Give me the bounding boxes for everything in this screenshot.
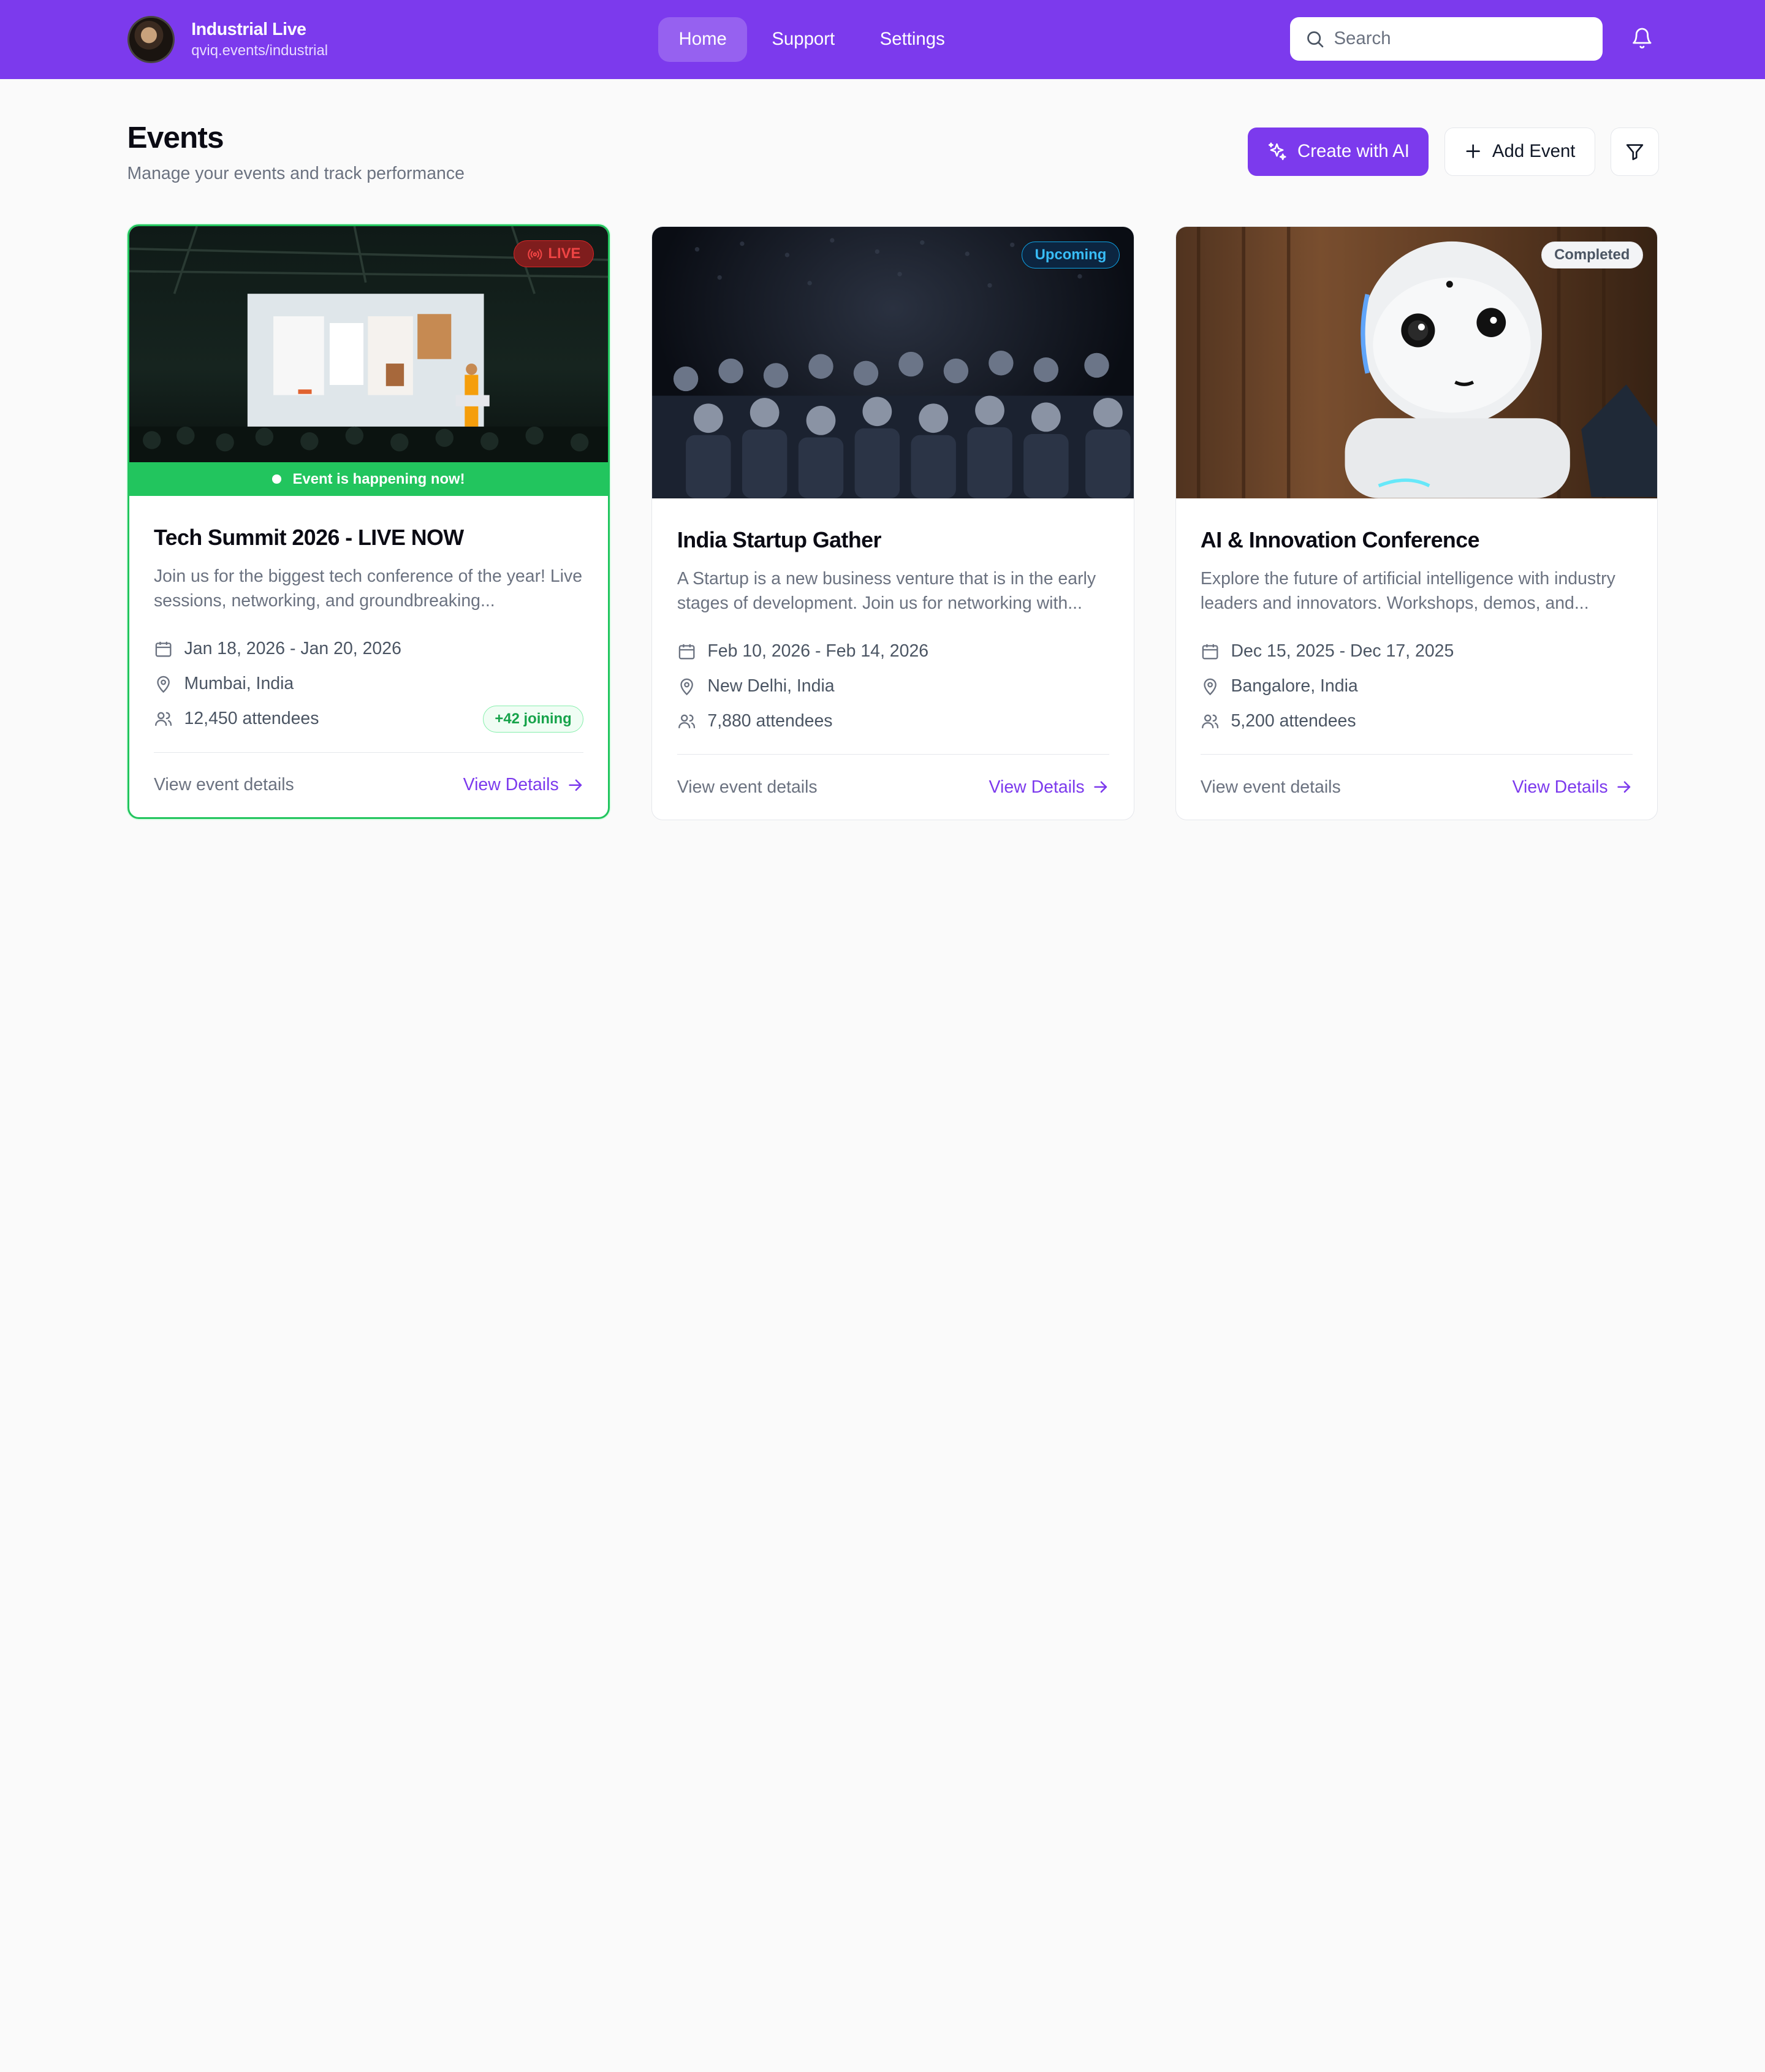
event-location-text: Bangalore, India xyxy=(1231,676,1358,696)
nav-settings[interactable]: Settings xyxy=(860,17,965,62)
event-image: Completed xyxy=(1175,227,1658,498)
card-footer: View event details View Details xyxy=(153,752,584,818)
event-dates: Dec 15, 2025 - Dec 17, 2025 xyxy=(1201,634,1633,669)
card-footer: View event details View Details xyxy=(1200,754,1633,820)
event-location: New Delhi, India xyxy=(677,669,1109,704)
event-dates: Jan 18, 2026 - Jan 20, 2026 xyxy=(154,631,583,666)
users-icon xyxy=(678,714,695,728)
live-status-banner: Event is happening now! xyxy=(129,462,609,497)
view-details-label: View Details xyxy=(989,777,1085,797)
footer-label: View event details xyxy=(677,777,818,797)
live-status-text: Event is happening now! xyxy=(292,470,465,487)
event-attendees-text: 7,880 attendees xyxy=(707,710,833,731)
create-with-ai-label: Create with AI xyxy=(1297,141,1410,162)
create-with-ai-button[interactable]: Create with AI xyxy=(1248,127,1429,176)
event-location-text: New Delhi, India xyxy=(707,676,835,696)
event-card[interactable]: LIVE Event is happening now! Tech Summit… xyxy=(127,224,610,820)
view-details-link[interactable]: View Details xyxy=(989,777,1109,798)
main-nav: Home Support Settings xyxy=(658,17,965,62)
search-icon xyxy=(1307,31,1324,48)
sparkles-icon xyxy=(1269,142,1286,160)
view-details-link[interactable]: View Details xyxy=(463,775,583,795)
event-location: Mumbai, India xyxy=(154,666,583,701)
broadcast-icon xyxy=(527,248,542,259)
nav-support[interactable]: Support xyxy=(751,17,855,62)
event-image: Upcoming xyxy=(652,227,1134,498)
add-event-button[interactable]: Add Event xyxy=(1444,127,1595,176)
avatar xyxy=(127,15,175,63)
event-card[interactable]: Upcoming India Startup Gather A Startup … xyxy=(651,226,1135,820)
add-event-label: Add Event xyxy=(1492,141,1576,162)
page-title: Events xyxy=(127,120,224,154)
event-attendees-text: 5,200 attendees xyxy=(1231,710,1356,731)
view-details-label: View Details xyxy=(463,775,559,795)
page-header: Events Manage your events and track perf… xyxy=(127,120,465,185)
event-title: India Startup Gather xyxy=(677,527,882,552)
arrow-right-icon xyxy=(1094,781,1107,793)
top-navbar: Industrial Live qviq.events/industrial H… xyxy=(0,0,1765,79)
event-location-text: Mumbai, India xyxy=(184,674,294,694)
calendar-icon xyxy=(1202,644,1218,660)
search-input[interactable] xyxy=(1334,28,1593,50)
users-icon xyxy=(155,712,172,726)
map-pin-icon xyxy=(1204,678,1217,695)
bell-icon[interactable] xyxy=(1631,27,1653,50)
footer-label: View event details xyxy=(153,775,294,795)
live-badge-label: LIVE xyxy=(548,245,581,262)
live-dot-icon xyxy=(272,474,282,484)
view-details-link[interactable]: View Details xyxy=(1513,777,1633,798)
live-badge: LIVE xyxy=(514,240,594,268)
page-actions: Create with AI Add Event xyxy=(1248,127,1660,176)
event-attendees: 7,880 attendees xyxy=(677,704,1109,739)
arrow-right-icon xyxy=(1617,781,1631,793)
search-box xyxy=(1289,17,1603,61)
event-title: AI & Innovation Conference xyxy=(1200,527,1480,552)
event-location: Bangalore, India xyxy=(1201,669,1633,704)
footer-label: View event details xyxy=(1200,777,1341,797)
event-description: Join us for the biggest tech conference … xyxy=(153,566,583,611)
brand-title: Industrial Live xyxy=(191,19,306,39)
event-image: LIVE xyxy=(129,226,609,463)
card-footer: View event details View Details xyxy=(677,754,1109,820)
event-attendees: 12,450 attendees +42 joining xyxy=(154,701,584,736)
event-description: Explore the future of artificial intelli… xyxy=(1200,568,1615,613)
event-attendees-text: 12,450 attendees xyxy=(184,709,319,729)
completed-badge: Completed xyxy=(1541,242,1643,269)
users-icon xyxy=(1201,714,1219,728)
event-dates: Feb 10, 2026 - Feb 14, 2026 xyxy=(677,634,1109,669)
calendar-icon xyxy=(678,644,695,660)
map-pin-icon xyxy=(680,678,693,695)
page-subtitle: Manage your events and track performance xyxy=(127,164,465,184)
event-attendees: 5,200 attendees xyxy=(1201,704,1633,739)
filter-button[interactable] xyxy=(1611,127,1660,176)
event-dates-text: Dec 15, 2025 - Dec 17, 2025 xyxy=(1231,641,1454,661)
nav-home[interactable]: Home xyxy=(658,17,747,62)
joining-badge: +42 joining xyxy=(483,705,584,733)
event-title: Tech Summit 2026 - LIVE NOW xyxy=(153,525,464,550)
event-card[interactable]: Completed AI & Innovation Conference Exp… xyxy=(1175,226,1658,820)
plus-icon xyxy=(1466,144,1480,159)
event-dates-text: Feb 10, 2026 - Feb 14, 2026 xyxy=(707,641,929,661)
arrow-right-icon xyxy=(568,779,582,791)
brand-url: qviq.events/industrial xyxy=(191,42,328,59)
brand[interactable]: Industrial Live qviq.events/industrial xyxy=(127,15,328,63)
map-pin-icon xyxy=(157,676,170,693)
event-dates-text: Jan 18, 2026 - Jan 20, 2026 xyxy=(184,639,401,659)
view-details-label: View Details xyxy=(1512,777,1608,797)
event-description: A Startup is a new business venture that… xyxy=(677,568,1096,613)
calendar-icon xyxy=(155,642,172,657)
filter-icon xyxy=(1626,143,1644,160)
upcoming-badge: Upcoming xyxy=(1022,242,1120,269)
